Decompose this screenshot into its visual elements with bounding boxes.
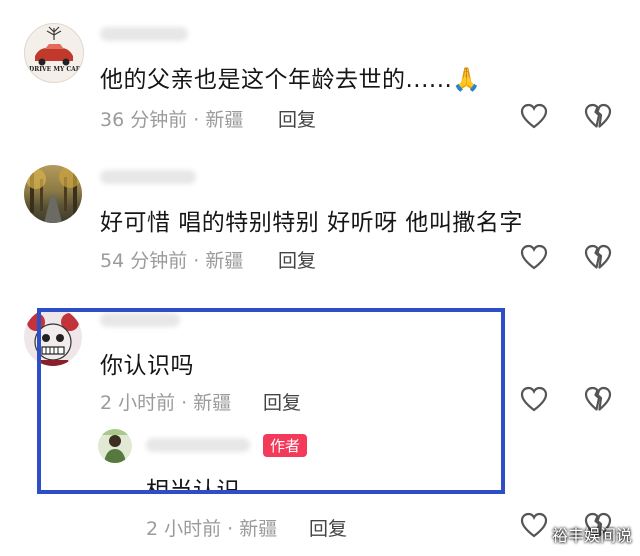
heart-outline-icon[interactable] bbox=[519, 511, 549, 539]
highlight-frame bbox=[37, 308, 505, 494]
watermark: 裕丰娱间说 bbox=[551, 526, 632, 545]
broken-heart-icon[interactable] bbox=[583, 385, 613, 413]
reply-meta: 2 小时前 · 新疆 bbox=[146, 518, 278, 540]
username-blurred[interactable] bbox=[100, 170, 196, 184]
broken-heart-icon[interactable] bbox=[583, 243, 613, 271]
heart-outline-icon[interactable] bbox=[519, 102, 549, 130]
avatar-comment-1[interactable]: DRIVE MY CAR bbox=[24, 23, 84, 83]
comment-meta: 36 分钟前 · 新疆 bbox=[100, 109, 244, 131]
avatar-comment-2[interactable] bbox=[24, 165, 82, 223]
reply-button[interactable]: 回复 bbox=[278, 105, 316, 132]
username-blurred[interactable] bbox=[100, 27, 188, 41]
avatar-caption: DRIVE MY CAR bbox=[29, 66, 81, 73]
heart-outline-icon[interactable] bbox=[519, 243, 549, 271]
reply-button[interactable]: 回复 bbox=[278, 246, 316, 273]
comment-text: 他的父亲也是这个年龄去世的......🙏 bbox=[100, 67, 482, 93]
broken-heart-icon[interactable] bbox=[583, 102, 613, 130]
heart-outline-icon[interactable] bbox=[519, 385, 549, 413]
comment-text: 好可惜 唱的特别特别 好听呀 他叫撒名字 bbox=[100, 210, 523, 236]
comment-meta: 54 分钟前 · 新疆 bbox=[100, 250, 244, 272]
reply-button[interactable]: 回复 bbox=[309, 514, 347, 541]
